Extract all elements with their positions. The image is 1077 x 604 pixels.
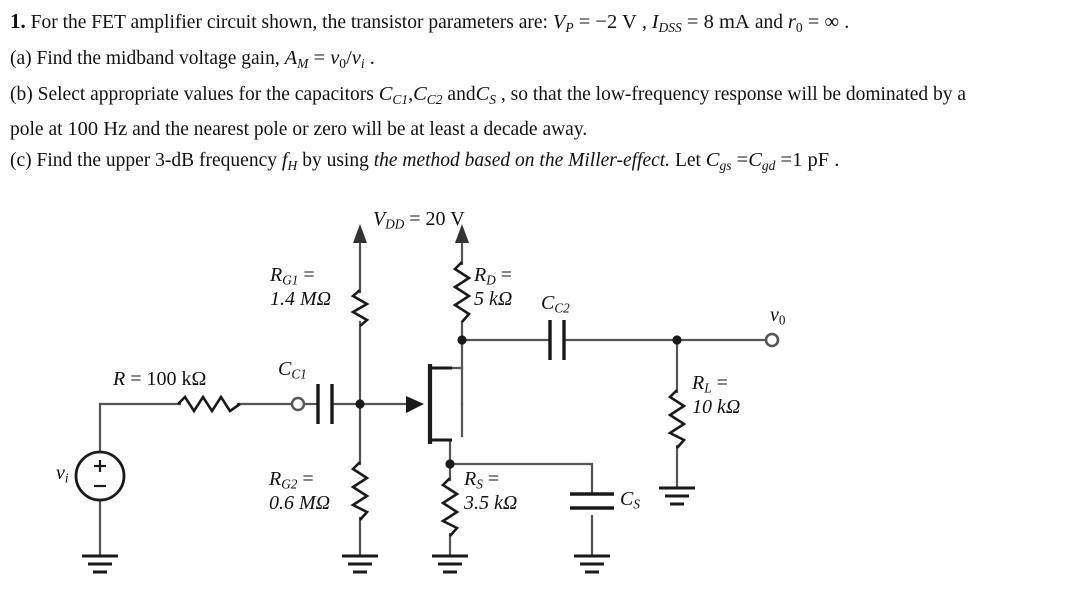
junction-source-node [445, 459, 455, 469]
cap-cc1-ref: CC1 [378, 82, 409, 107]
label-vi: vi [56, 462, 69, 486]
problem-number: 1. [10, 9, 26, 33]
comma-1: , [641, 12, 647, 33]
part-c-text-2: by using [302, 150, 369, 172]
problem-page: 1. For the FET amplifier circuit shown, … [0, 0, 1077, 604]
junction-dots [355, 335, 682, 469]
problem-line-intro: 1. For the FET amplifier circuit shown, … [0, 0, 1077, 43]
resistor-rs-symbol [440, 477, 460, 537]
ground-symbol-rl [659, 486, 695, 506]
part-b-text-3: pole at [10, 119, 63, 141]
conjunction-2: and [447, 83, 476, 105]
param-vp: VP = −2 V [552, 11, 637, 35]
gain-expression: AM = v0/vi . [284, 46, 375, 71]
voltage-source-vi [74, 450, 126, 502]
part-c-text-3: Let [674, 150, 701, 172]
part-b-text-4: and the nearest pole or zero will be at … [132, 119, 588, 141]
ground-symbol-source [82, 554, 118, 574]
part-c-text-1: Find the upper 3-dB frequency [36, 150, 277, 172]
label-rsrc: R = 100 kΩ [113, 368, 207, 390]
resistor-rsrc-symbol [177, 394, 241, 414]
resistor-rg1-symbol [350, 289, 370, 327]
ground-symbol-rg2 [342, 554, 378, 574]
problem-line-part-a: (a) Find the midband voltage gain, AM = … [0, 43, 1077, 79]
cap-cc2-ref: CC2 [413, 82, 443, 107]
ground-symbol-rs [432, 554, 468, 574]
label-rg1: RG1 = 1.4 MΩ [270, 264, 332, 311]
jfet-transistor [406, 364, 452, 444]
label-rs: RS = 3.5 kΩ [464, 468, 518, 515]
label-cs: CS [620, 488, 640, 512]
ground-group [82, 486, 695, 574]
terminal-input-open [290, 396, 306, 412]
pole-frequency: 100 Hz [67, 118, 128, 141]
part-b-text-2: , so that the low-frequency response wil… [500, 83, 967, 105]
label-vdd: VDD = 20 V [373, 208, 465, 232]
junction-gate-node [355, 399, 365, 409]
problem-line-part-b-cont: pole at 100 Hz and the nearest pole or z… [0, 114, 1077, 145]
param-r0: r0 = ∞ . [787, 11, 850, 35]
resistor-rg2-symbol [350, 461, 370, 521]
param-idss: IDSS = 8 mA [651, 11, 750, 35]
fh-symbol: fH [281, 149, 298, 174]
part-a-label: (a) [10, 47, 32, 69]
jfet-gate-arrowhead [406, 396, 424, 413]
terminal-output-open [764, 332, 780, 348]
circuit-schematic-svg [74, 224, 780, 574]
part-a-text: Find the midband voltage gain, [36, 47, 280, 69]
label-rg2: RG2 = 0.6 MΩ [269, 468, 331, 515]
part-c-emphasis: the method based on the Miller-effect. [373, 150, 671, 172]
voltage-source-circle [74, 450, 126, 502]
ground-symbol-cs [574, 554, 610, 574]
conjunction-1: and [754, 12, 784, 33]
resistor-rl-symbol [667, 389, 687, 449]
part-c-label: (c) [10, 150, 32, 172]
label-rd: RD = 5 kΩ [474, 264, 513, 311]
problem-statement: 1. For the FET amplifier circuit shown, … [0, 0, 1077, 181]
label-cc2: CC2 [541, 292, 570, 316]
problem-line-part-c: (c) Find the upper 3-dB frequency fH by … [0, 145, 1077, 181]
cap-cs-ref: CS [475, 82, 497, 107]
problem-line-part-b: (b) Select appropriate values for the ca… [0, 79, 1077, 115]
part-b-label: (b) [10, 83, 33, 105]
junction-output-node [672, 335, 682, 345]
circuit-diagram: VDD = 20 V RG1 = 1.4 MΩ RD = 5 kΩ CC2 v0… [0, 196, 1077, 604]
cap-gs-gd-values: Cgs =Cgd =1 pF . [705, 149, 840, 174]
label-rl: RL = 10 kΩ [692, 372, 741, 419]
resistor-rd-symbol [452, 261, 472, 323]
label-vo: v0 [770, 304, 786, 328]
junction-drain-node [457, 335, 467, 345]
intro-text: For the FET amplifier circuit shown, the… [30, 12, 548, 33]
label-cc1: CC1 [278, 358, 307, 382]
arrowhead-vdd-left [353, 224, 367, 243]
part-b-text-1: Select appropriate values for the capaci… [37, 83, 374, 105]
